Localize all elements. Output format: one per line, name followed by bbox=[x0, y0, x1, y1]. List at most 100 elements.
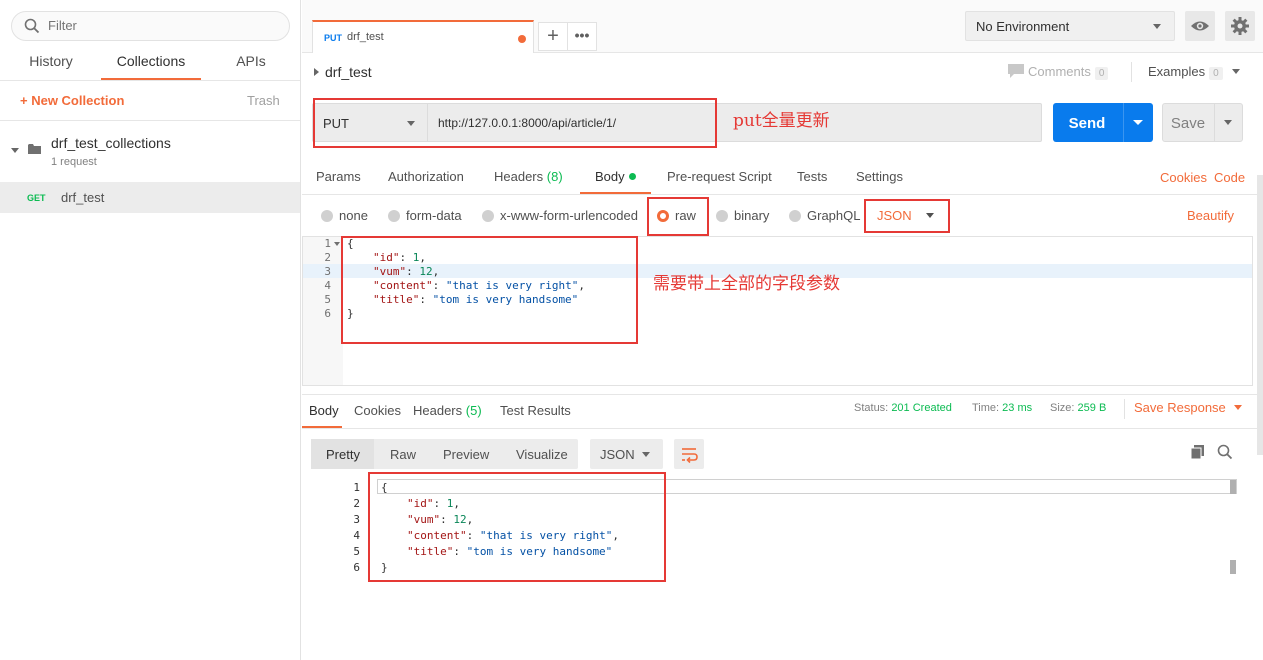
mode-label: x-www-form-urlencoded bbox=[500, 208, 638, 223]
tab-body[interactable]: Body bbox=[595, 169, 636, 184]
mode-none[interactable]: none bbox=[321, 208, 368, 223]
mode-binary[interactable]: binary bbox=[716, 208, 769, 223]
collection-count: 1 request bbox=[51, 156, 97, 168]
chevron-down-icon bbox=[1232, 69, 1241, 74]
chevron-right-icon bbox=[314, 68, 319, 76]
new-tab-button[interactable]: + bbox=[538, 22, 568, 51]
response-tab-cookies[interactable]: Cookies bbox=[354, 403, 401, 418]
folder-icon bbox=[28, 144, 41, 154]
mode-graphql[interactable]: GraphQL bbox=[789, 208, 860, 223]
examples-label: Examples bbox=[1148, 64, 1206, 79]
request-item[interactable]: GET drf_test bbox=[0, 182, 300, 213]
response-language-select[interactable]: JSON bbox=[590, 439, 663, 469]
scrollbar-thumb[interactable] bbox=[1230, 560, 1236, 574]
new-collection-button[interactable]: + New Collection bbox=[20, 93, 124, 108]
scrollbar-thumb[interactable] bbox=[1230, 480, 1236, 494]
radio-icon bbox=[482, 210, 494, 222]
sidebar: History Collections APIs + New Collectio… bbox=[0, 0, 301, 660]
settings-button[interactable] bbox=[1225, 11, 1255, 41]
trash-link[interactable]: Trash bbox=[247, 93, 280, 108]
tab-params[interactable]: Params bbox=[316, 169, 361, 184]
line-number: 4 bbox=[353, 529, 360, 542]
request-tab[interactable]: PUT drf_test bbox=[312, 20, 534, 53]
divider bbox=[1214, 104, 1215, 141]
divider bbox=[1123, 103, 1124, 142]
mode-urlencoded[interactable]: x-www-form-urlencoded bbox=[482, 208, 638, 223]
examples-button[interactable]: Examples 0 bbox=[1148, 64, 1241, 80]
search-icon[interactable] bbox=[1217, 444, 1233, 460]
beautify-link[interactable]: Beautify bbox=[1187, 208, 1234, 223]
line-number: 6 bbox=[353, 561, 360, 574]
copy-icon[interactable] bbox=[1190, 444, 1206, 460]
format-preview[interactable]: Preview bbox=[443, 447, 489, 462]
tab-method-badge: PUT bbox=[324, 33, 342, 43]
request-name: drf_test bbox=[61, 190, 105, 205]
mode-form-data[interactable]: form-data bbox=[388, 208, 462, 223]
comments-label: Comments bbox=[1028, 64, 1091, 79]
search-icon bbox=[24, 18, 40, 34]
eye-icon bbox=[1191, 21, 1209, 31]
wrap-lines-button[interactable] bbox=[674, 439, 704, 469]
annotation-body-note: 需要带上全部的字段参数 bbox=[653, 274, 840, 294]
request-title[interactable]: drf_test bbox=[314, 64, 372, 80]
page-scrollbar[interactable] bbox=[1257, 175, 1263, 455]
environment-select[interactable]: No Environment bbox=[965, 11, 1175, 41]
mode-label: form-data bbox=[406, 208, 462, 223]
mode-label: none bbox=[339, 208, 368, 223]
save-label: Save bbox=[1170, 115, 1206, 132]
chevron-down-icon[interactable] bbox=[1224, 120, 1232, 125]
divider bbox=[1124, 399, 1125, 419]
tab-collections[interactable]: Collections bbox=[101, 53, 201, 80]
code-link[interactable]: Code bbox=[1214, 170, 1245, 185]
tab-prerequest-script[interactable]: Pre-request Script bbox=[667, 169, 772, 184]
status-badge: 201 Created bbox=[891, 402, 952, 414]
environment-quick-look-button[interactable] bbox=[1185, 11, 1215, 41]
comment-icon bbox=[1008, 64, 1024, 78]
wrap-icon bbox=[682, 448, 698, 464]
save-response-button[interactable]: Save Response bbox=[1134, 400, 1242, 415]
tab-tests[interactable]: Tests bbox=[797, 169, 827, 184]
tab-apis[interactable]: APIs bbox=[228, 53, 274, 79]
filter-box[interactable] bbox=[11, 11, 290, 41]
send-button[interactable]: Send bbox=[1053, 103, 1153, 142]
chevron-down-icon bbox=[1233, 405, 1242, 410]
tab-title: drf_test bbox=[347, 31, 384, 43]
tab-authorization[interactable]: Authorization bbox=[388, 169, 464, 184]
format-visualize[interactable]: Visualize bbox=[516, 447, 568, 462]
fold-icon[interactable] bbox=[334, 242, 340, 246]
line-number: 3 bbox=[324, 265, 331, 278]
annotation-box bbox=[368, 472, 666, 582]
radio-icon bbox=[388, 210, 400, 222]
unsaved-dot-icon bbox=[518, 35, 526, 43]
radio-icon bbox=[789, 210, 801, 222]
collection-item[interactable]: drf_test_collections 1 request bbox=[0, 121, 300, 179]
tab-bar: PUT drf_test + ••• No Environment bbox=[302, 0, 1263, 53]
tab-history[interactable]: History bbox=[27, 53, 75, 79]
status-dot-icon bbox=[628, 173, 636, 180]
cookies-link[interactable]: Cookies bbox=[1160, 170, 1207, 185]
filter-input[interactable] bbox=[48, 18, 268, 33]
annotation-box bbox=[647, 197, 709, 236]
radio-icon bbox=[321, 210, 333, 222]
line-number: 2 bbox=[353, 497, 360, 510]
chevron-down-icon[interactable] bbox=[11, 148, 19, 153]
save-button[interactable]: Save bbox=[1162, 103, 1243, 142]
line-number: 3 bbox=[353, 513, 360, 526]
chevron-down-icon[interactable] bbox=[1133, 120, 1143, 125]
more-tabs-button[interactable]: ••• bbox=[568, 22, 597, 51]
tab-headers[interactable]: Headers (8) bbox=[494, 169, 563, 184]
line-number: 6 bbox=[324, 307, 331, 320]
examples-count: 0 bbox=[1209, 67, 1223, 80]
response-tab-test-results[interactable]: Test Results bbox=[500, 403, 571, 418]
radio-icon bbox=[716, 210, 728, 222]
tab-settings[interactable]: Settings bbox=[856, 169, 903, 184]
response-tab-body[interactable]: Body bbox=[309, 403, 339, 418]
response-headers-label: Headers bbox=[413, 403, 463, 418]
format-raw[interactable]: Raw bbox=[390, 447, 416, 462]
time-info: Time: 23 ms bbox=[972, 402, 1033, 414]
response-language-value: JSON bbox=[600, 447, 635, 462]
format-pretty[interactable]: Pretty bbox=[326, 447, 360, 462]
comments-button[interactable]: Comments 0 bbox=[1008, 64, 1109, 80]
response-tab-headers[interactable]: Headers (5) bbox=[413, 403, 482, 418]
line-number: 5 bbox=[353, 545, 360, 558]
